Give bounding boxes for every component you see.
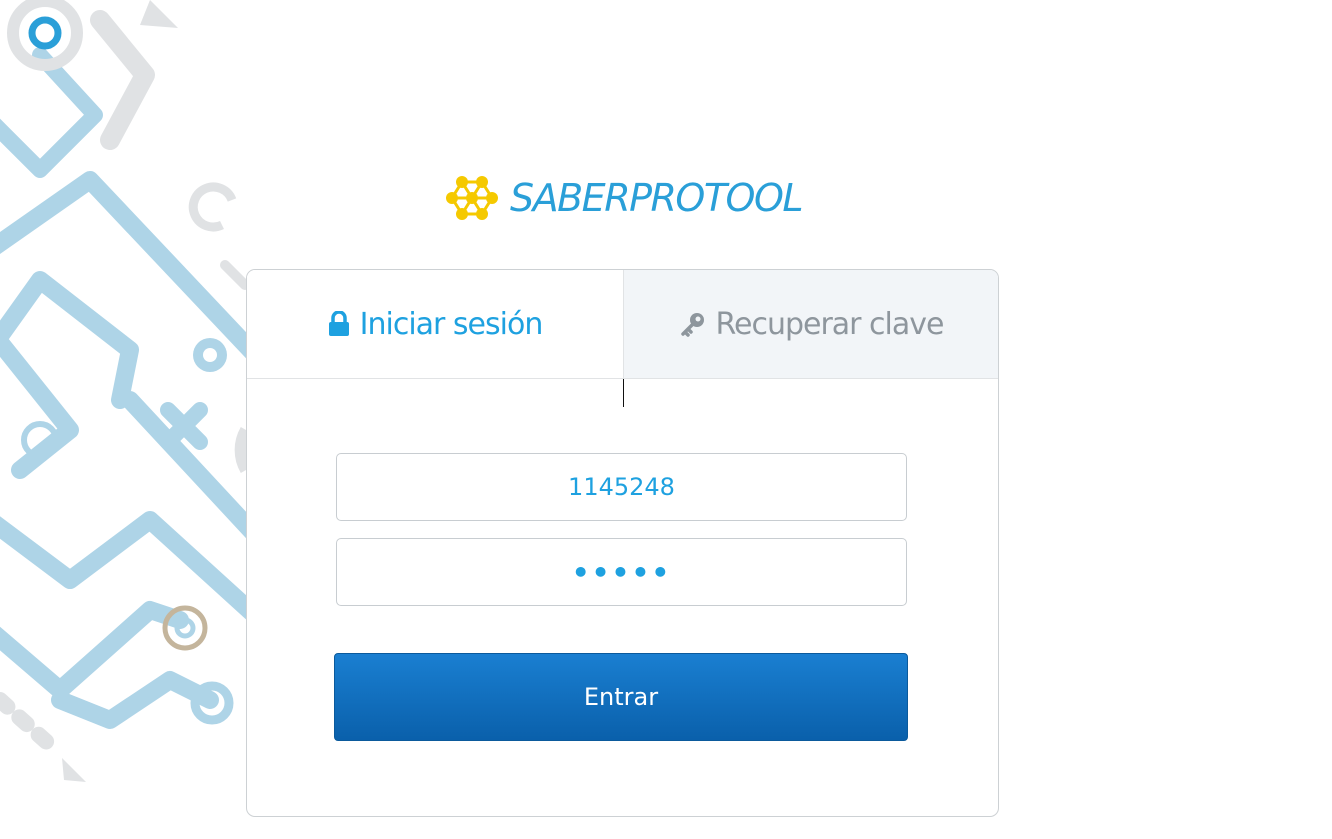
password-input[interactable] [336, 538, 907, 606]
login-card: Iniciar sesión Recuperar clave Entrar [246, 269, 999, 817]
honeycomb-hexagon-icon [444, 172, 504, 224]
tab-bar: Iniciar sesión Recuperar clave [247, 270, 998, 379]
background-decoration [0, 0, 260, 839]
text-cursor [623, 379, 624, 407]
brand-logo: SABERPROTOOL [444, 172, 804, 224]
circuit-pattern-graphic [0, 0, 260, 782]
tab-login[interactable]: Iniciar sesión [247, 270, 623, 378]
tab-recover-password[interactable]: Recuperar clave [623, 270, 998, 378]
brand-name: SABERPROTOOL [510, 176, 804, 220]
tab-login-label: Iniciar sesión [359, 306, 544, 342]
tab-recover-label: Recuperar clave [715, 306, 945, 342]
username-input[interactable] [336, 453, 907, 521]
key-icon [680, 311, 706, 337]
lock-icon [328, 311, 350, 337]
submit-button[interactable]: Entrar [334, 653, 908, 741]
